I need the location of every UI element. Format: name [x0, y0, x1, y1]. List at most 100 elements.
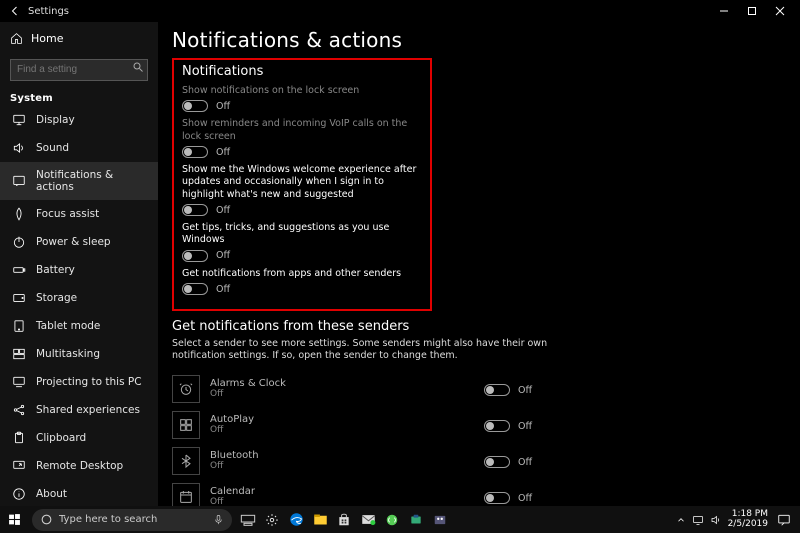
sidebar-item-storage[interactable]: Storage — [0, 284, 158, 312]
app-icon-1[interactable] — [380, 506, 404, 533]
app-icon-2[interactable] — [404, 506, 428, 533]
nav-label: Multitasking — [36, 348, 100, 360]
toggle-state: Off — [216, 250, 230, 261]
clipboard-icon — [12, 431, 26, 445]
taskview-icon[interactable] — [236, 506, 260, 533]
explorer-icon[interactable] — [308, 506, 332, 533]
setting-voip-lock: Show reminders and incoming VoIP calls o… — [182, 118, 422, 158]
sidebar-item-shared[interactable]: Shared experiences — [0, 396, 158, 424]
minimize-button[interactable] — [710, 1, 738, 21]
tray-clock[interactable]: 1:18 PM 2/5/2019 — [728, 510, 768, 530]
mic-icon[interactable] — [213, 514, 224, 525]
maximize-button[interactable] — [738, 1, 766, 21]
app-icon-3[interactable] — [428, 506, 452, 533]
battery-icon — [12, 263, 26, 277]
sender-name: Calendar — [210, 486, 255, 497]
setting-label: Get tips, tricks, and suggestions as you… — [182, 222, 422, 247]
sender-status: Off — [210, 497, 255, 506]
settings-task-icon[interactable] — [260, 506, 284, 533]
tray-date: 2/5/2019 — [728, 520, 768, 530]
setting-welcome: Show me the Windows welcome experience a… — [182, 164, 422, 216]
sender-name: Bluetooth — [210, 450, 259, 461]
sidebar-item-tablet[interactable]: Tablet mode — [0, 312, 158, 340]
tray-volume-icon[interactable] — [710, 514, 722, 526]
sender-status: Off — [210, 461, 259, 471]
tray-network-icon[interactable] — [692, 514, 704, 526]
nav-label: Storage — [36, 292, 77, 304]
sidebar-item-projecting[interactable]: Projecting to this PC — [0, 368, 158, 396]
nav-label: About — [36, 488, 67, 500]
sidebar-item-about[interactable]: About — [0, 480, 158, 507]
sender-status: Off — [210, 389, 286, 399]
setting-label: Show notifications on the lock screen — [182, 85, 422, 97]
toggle[interactable] — [182, 146, 208, 158]
taskbar-search[interactable]: Type here to search — [32, 509, 232, 531]
home-label: Home — [31, 32, 63, 45]
setting-label: Show me the Windows welcome experience a… — [182, 164, 422, 201]
toggle-state: Off — [216, 101, 230, 112]
power-icon — [12, 235, 26, 249]
home-icon — [10, 32, 23, 45]
back-button[interactable] — [6, 2, 24, 20]
toggle[interactable] — [484, 384, 510, 396]
toggle-state: Off — [216, 147, 230, 158]
search-icon — [132, 61, 144, 73]
action-center-icon[interactable] — [774, 510, 794, 530]
sidebar-item-display[interactable]: Display — [0, 106, 158, 134]
toggle[interactable] — [182, 250, 208, 262]
sidebar: Home System Display Sound Notifications … — [0, 22, 158, 506]
sender-bluetooth[interactable]: BluetoothOff Off — [172, 443, 552, 479]
toggle-state: Off — [216, 205, 230, 216]
titlebar: Settings — [0, 0, 800, 22]
shared-icon — [12, 403, 26, 417]
toggle[interactable] — [182, 283, 208, 295]
sidebar-item-battery[interactable]: Battery — [0, 256, 158, 284]
sender-status: Off — [210, 425, 254, 435]
start-button[interactable] — [0, 506, 28, 533]
nav-label: Display — [36, 114, 75, 126]
home-button[interactable]: Home — [0, 26, 158, 51]
toggle-state: Off — [216, 284, 230, 295]
sender-name: Alarms & Clock — [210, 378, 286, 389]
toggle[interactable] — [484, 420, 510, 432]
sidebar-item-sound[interactable]: Sound — [0, 134, 158, 162]
notifications-icon — [12, 174, 26, 188]
sender-alarms[interactable]: Alarms & ClockOff Off — [172, 371, 552, 407]
project-icon — [12, 375, 26, 389]
content-area: Notifications & actions Notifications Sh… — [158, 22, 800, 506]
sender-name: AutoPlay — [210, 414, 254, 425]
setting-apps: Get notifications from apps and other se… — [182, 268, 422, 295]
toggle[interactable] — [182, 100, 208, 112]
notifications-section: Notifications Show notifications on the … — [172, 58, 432, 311]
sender-autoplay[interactable]: AutoPlayOff Off — [172, 407, 552, 443]
store-icon[interactable] — [332, 506, 356, 533]
edge-icon[interactable] — [284, 506, 308, 533]
sidebar-item-clipboard[interactable]: Clipboard — [0, 424, 158, 452]
alarms-icon — [172, 375, 200, 403]
focus-icon — [12, 207, 26, 221]
toggle[interactable] — [484, 492, 510, 504]
search-input[interactable] — [10, 59, 148, 81]
sidebar-group-label: System — [0, 89, 158, 106]
toggle[interactable] — [182, 204, 208, 216]
remote-icon — [12, 459, 26, 473]
tray-chevron-icon[interactable] — [676, 515, 686, 525]
nav-label: Sound — [36, 142, 69, 154]
nav-label: Power & sleep — [36, 236, 111, 248]
sidebar-item-notifications[interactable]: Notifications & actions — [0, 162, 158, 200]
sidebar-item-remote[interactable]: Remote Desktop — [0, 452, 158, 480]
sidebar-item-multitask[interactable]: Multitasking — [0, 340, 158, 368]
sender-calendar[interactable]: CalendarOff Off — [172, 479, 552, 506]
sidebar-item-power[interactable]: Power & sleep — [0, 228, 158, 256]
sidebar-item-focus-assist[interactable]: Focus assist — [0, 200, 158, 228]
window-title: Settings — [28, 6, 710, 17]
toggle-state: Off — [518, 385, 532, 396]
toggle[interactable] — [484, 456, 510, 468]
close-button[interactable] — [766, 1, 794, 21]
mail-icon[interactable] — [356, 506, 380, 533]
bluetooth-icon — [172, 447, 200, 475]
notifications-heading: Notifications — [182, 64, 422, 79]
nav-label: Remote Desktop — [36, 460, 123, 472]
tablet-icon — [12, 319, 26, 333]
search-placeholder: Type here to search — [59, 514, 157, 525]
